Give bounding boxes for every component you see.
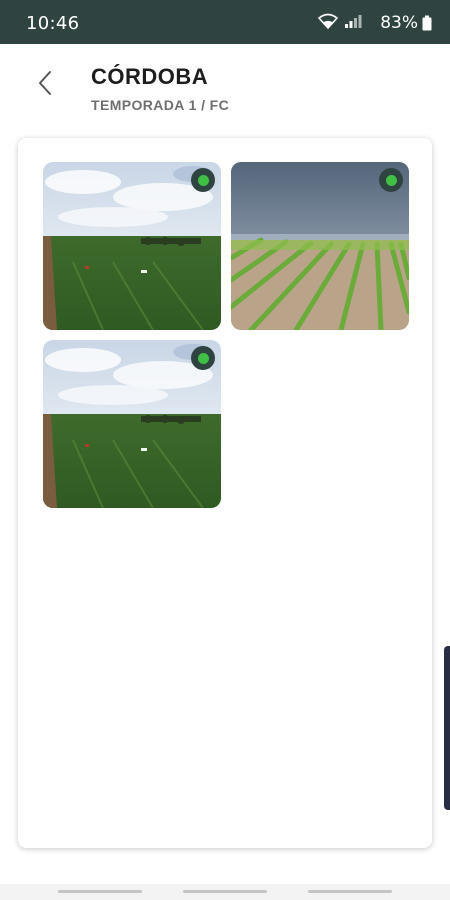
status-indicator [191,346,215,370]
nav-home-button[interactable] [183,890,267,893]
app-screen: CÓRDOBA TEMPORADA 1 / FC [0,44,450,884]
system-nav-bar [0,884,450,900]
page-title: CÓRDOBA [91,64,209,89]
photo-gallery-card [18,138,432,848]
battery-status: 83% [380,13,432,33]
status-time: 10:46 [26,13,80,34]
signal-icon [345,15,362,28]
photo-thumbnail[interactable] [43,162,221,330]
status-indicator [191,168,215,192]
page-subtitle: TEMPORADA 1 / FC [91,97,230,113]
wifi-icon [318,13,338,29]
nav-back-button[interactable] [308,890,392,893]
chevron-left-icon [39,71,51,95]
side-drawer-handle[interactable] [444,646,450,810]
status-indicator [379,168,403,192]
battery-percent: 83% [380,13,418,33]
photo-thumbnail[interactable] [43,340,221,508]
back-button[interactable] [30,68,60,98]
battery-icon [422,15,432,31]
nav-recents-button[interactable] [58,890,142,893]
photo-thumbnail[interactable] [231,162,409,330]
status-icons [318,13,362,29]
status-bar: 10:46 83% [0,0,450,44]
